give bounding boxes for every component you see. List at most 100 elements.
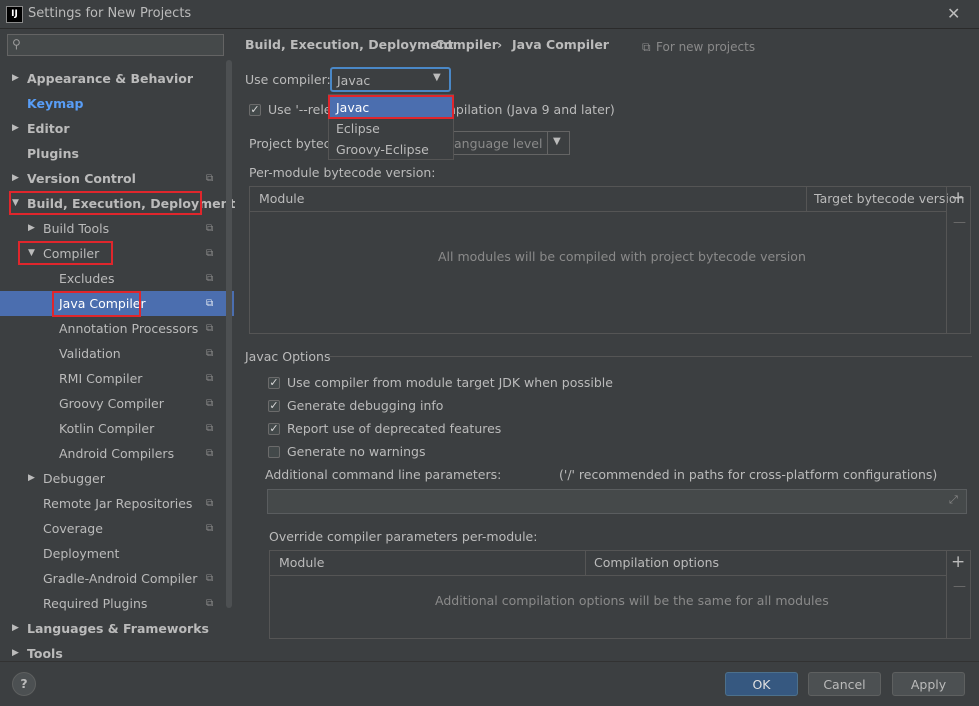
title-bar: IJ Settings for New Projects ✕ <box>0 0 979 29</box>
tree-item-languages-frameworks[interactable]: ▶ Languages & Frameworks <box>0 616 234 641</box>
project-settings-icon: ⧉ <box>206 398 214 409</box>
release-option-checkbox[interactable]: ✓ <box>249 104 261 116</box>
collapsed-arrow-icon[interactable]: ▶ <box>28 216 35 241</box>
add-override-button[interactable]: + <box>951 552 965 572</box>
additional-params-input[interactable] <box>267 489 967 514</box>
tree-item-android-compilers[interactable]: Android Compilers ⧉ <box>0 441 234 466</box>
expand-icon[interactable]: ⤢ <box>949 493 958 507</box>
javac-option-label: Report use of deprecated features <box>287 421 502 436</box>
project-settings-icon: ⧉ <box>206 223 214 234</box>
tree-item-validation[interactable]: Validation ⧉ <box>0 341 234 366</box>
tree-item-plugins[interactable]: Plugins <box>0 141 234 166</box>
apply-button[interactable]: Apply <box>892 672 965 696</box>
toolbar-divider <box>946 187 947 333</box>
tree-item-label: Android Compilers <box>59 446 175 461</box>
settings-search-input[interactable]: ⚲ <box>7 34 224 56</box>
javac-option-checkbox[interactable]: ✓ <box>268 377 280 389</box>
tree-item-label: Appearance & Behavior <box>27 71 193 86</box>
tree-item-excludes[interactable]: Excludes ⧉ <box>0 266 234 291</box>
javac-option-checkbox[interactable] <box>268 446 280 458</box>
tree-item-label: Deployment <box>43 546 120 561</box>
chevron-down-icon: ▼ <box>433 72 441 83</box>
tree-item-version-control[interactable]: ▶ Version Control ⧉ <box>0 166 234 191</box>
project-settings-icon: ⧉ <box>206 573 214 584</box>
tree-item-label: Debugger <box>43 471 105 486</box>
per-module-table: Module Target bytecode version + — All m… <box>249 186 971 334</box>
remove-module-button[interactable]: — <box>953 215 966 230</box>
project-settings-icon: ⧉ <box>206 448 214 459</box>
dropdown-option-groovy-eclipse[interactable]: Groovy-Eclipse <box>329 139 453 160</box>
tree-item-remote-jar-repositories[interactable]: Remote Jar Repositories ⧉ <box>0 491 234 516</box>
remove-override-button[interactable]: — <box>953 579 966 594</box>
override-table-header: Module Compilation options <box>270 551 946 576</box>
project-settings-icon: ⧉ <box>206 298 214 309</box>
search-icon: ⚲ <box>12 37 21 51</box>
tree-item-label: Required Plugins <box>43 596 148 611</box>
tree-item-label: RMI Compiler <box>59 371 143 386</box>
use-compiler-label: Use compiler: <box>245 72 331 87</box>
tree-item-gradle-android-compiler[interactable]: Gradle-Android Compiler ⧉ <box>0 566 234 591</box>
add-module-button[interactable]: + <box>951 188 965 208</box>
tree-item-required-plugins[interactable]: Required Plugins ⧉ <box>0 591 234 616</box>
collapsed-arrow-icon[interactable]: ▶ <box>12 116 19 141</box>
tree-item-editor[interactable]: ▶ Editor <box>0 116 234 141</box>
sidebar-scrollbar[interactable] <box>226 60 232 608</box>
per-module-label: Per-module bytecode version: <box>249 165 436 180</box>
breadcrumb-compiler[interactable]: Compiler <box>435 37 498 52</box>
tree-item-label: Keymap <box>27 96 84 111</box>
tree-item-groovy-compiler[interactable]: Groovy Compiler ⧉ <box>0 391 234 416</box>
column-divider <box>806 187 807 211</box>
per-module-table-header: Module Target bytecode version <box>250 187 964 212</box>
tree-item-appearance-behavior[interactable]: ▶ Appearance & Behavior <box>0 66 234 91</box>
javac-options-title: Javac Options <box>245 349 331 364</box>
collapsed-arrow-icon[interactable]: ▶ <box>12 66 19 91</box>
breadcrumb-separator: › <box>497 37 503 52</box>
window-title: Settings for New Projects <box>28 6 192 21</box>
tree-item-coverage[interactable]: Coverage ⧉ <box>0 516 234 541</box>
tree-item-kotlin-compiler[interactable]: Kotlin Compiler ⧉ <box>0 416 234 441</box>
tree-item-label: Annotation Processors <box>59 321 199 336</box>
collapsed-arrow-icon[interactable]: ▶ <box>12 166 19 191</box>
col-module[interactable]: Module <box>279 551 324 575</box>
tree-item-rmi-compiler[interactable]: RMI Compiler ⧉ <box>0 366 234 391</box>
col-compilation-options[interactable]: Compilation options <box>594 551 719 575</box>
override-label: Override compiler parameters per-module: <box>269 529 538 544</box>
project-settings-icon: ⧉ <box>206 498 214 509</box>
collapsed-arrow-icon[interactable]: ▶ <box>28 466 35 491</box>
tree-item-label: Validation <box>59 346 121 361</box>
javac-option-checkbox[interactable]: ✓ <box>268 423 280 435</box>
tree-item-deployment[interactable]: Deployment <box>0 541 234 566</box>
breadcrumb-separator: › <box>421 37 427 52</box>
highlight-build-execution <box>9 191 202 215</box>
col-target-bytecode[interactable]: Target bytecode version <box>814 187 964 211</box>
project-settings-icon: ⧉ <box>206 423 214 434</box>
project-settings-icon: ⧉ <box>206 273 214 284</box>
ok-button[interactable]: OK <box>725 672 798 696</box>
collapsed-arrow-icon[interactable]: ▶ <box>12 616 19 641</box>
additional-params-label: Additional command line parameters: <box>265 467 502 482</box>
tree-item-label: Version Control <box>27 171 136 186</box>
compiler-select[interactable]: Javac ▼ <box>330 67 451 92</box>
dropdown-option-eclipse[interactable]: Eclipse <box>329 118 453 139</box>
tree-item-debugger[interactable]: ▶ Debugger <box>0 466 234 491</box>
tree-item-annotation-processors[interactable]: Annotation Processors ⧉ <box>0 316 234 341</box>
cancel-button[interactable]: Cancel <box>808 672 881 696</box>
tree-item-keymap[interactable]: Keymap <box>0 91 234 116</box>
col-module[interactable]: Module <box>259 187 304 211</box>
javac-option-label: Use compiler from module target JDK when… <box>287 375 613 390</box>
project-settings-icon: ⧉ <box>206 173 214 184</box>
tree-item-label: Plugins <box>27 146 79 161</box>
javac-option-checkbox[interactable]: ✓ <box>268 400 280 412</box>
tree-item-label: Kotlin Compiler <box>59 421 155 436</box>
override-empty-text: Additional compilation options will be t… <box>435 593 829 608</box>
tree-item-label: Languages & Frameworks <box>27 621 209 636</box>
tree-item-build-tools[interactable]: ▶ Build Tools ⧉ <box>0 216 234 241</box>
chevron-down-icon: ▼ <box>553 136 561 147</box>
javac-option-label: Generate debugging info <box>287 398 444 413</box>
project-bytecode-select[interactable]: anguage level ▼ <box>440 131 570 155</box>
close-icon[interactable]: ✕ <box>947 4 960 23</box>
help-button[interactable]: ? <box>12 672 36 696</box>
tree-item-label: Remote Jar Repositories <box>43 496 193 511</box>
project-settings-icon: ⧉ <box>206 523 214 534</box>
javac-option-label: Generate no warnings <box>287 444 426 459</box>
